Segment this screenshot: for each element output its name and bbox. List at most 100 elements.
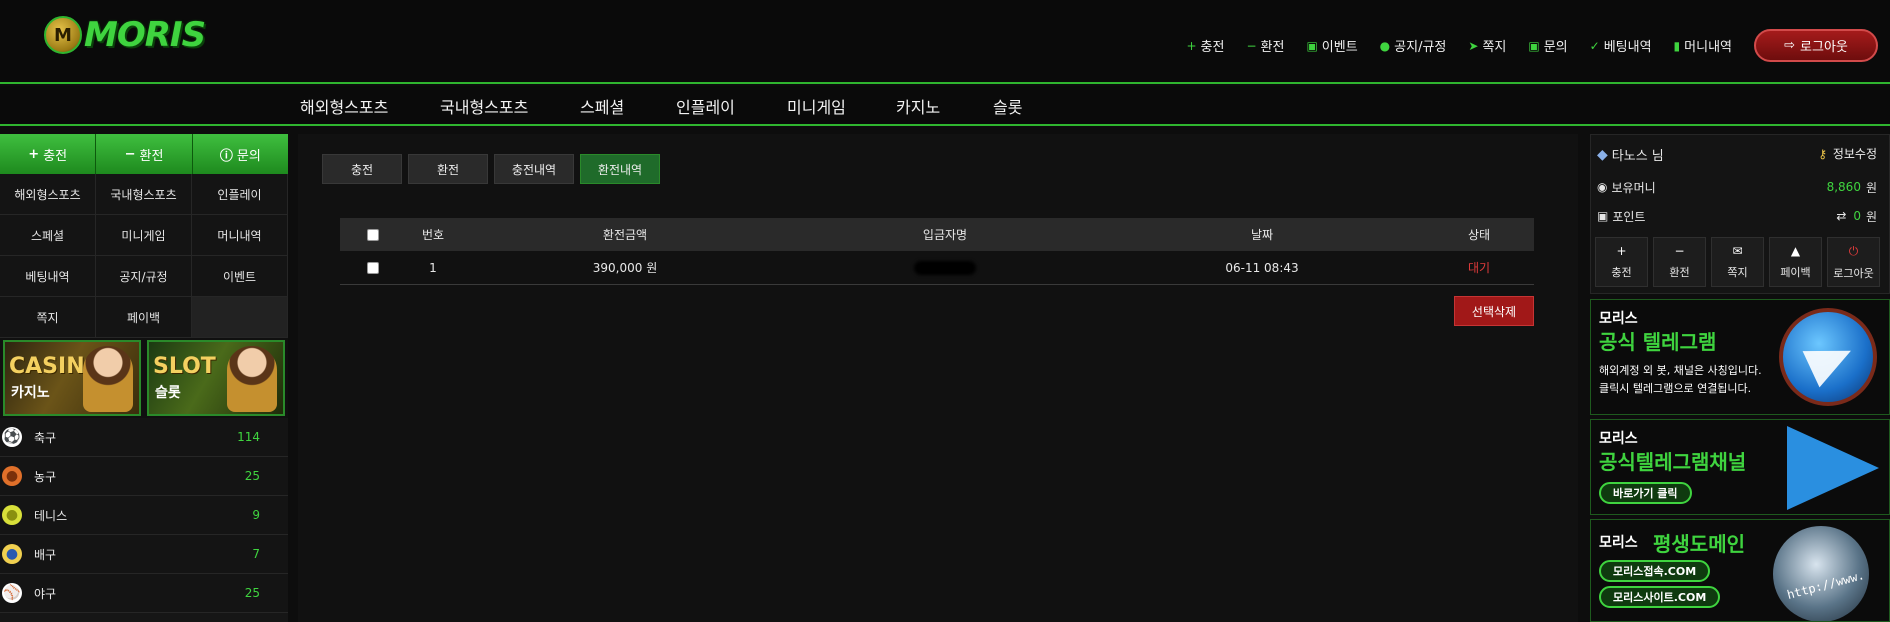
user-message-button[interactable]: ✉ 쪽지: [1711, 237, 1764, 287]
logo-badge-icon: M: [44, 16, 82, 54]
sidebar-item-payback[interactable]: 페이백: [96, 297, 192, 338]
sidebar-item-minigame[interactable]: 미니게임: [96, 215, 192, 256]
telegram-channel-banner[interactable]: 모리스 공식텔레그램채널 바로가기 클릭: [1590, 419, 1890, 515]
sport-name: 테니스: [34, 508, 68, 523]
sport-count: 9: [252, 508, 260, 522]
topnav-exchange[interactable]: − 환전: [1246, 36, 1284, 56]
left-sidebar: + 충전 − 환전 ⓘ 문의 해외형스포츠 국내형스포츠 인플레이 스페셜 미니…: [0, 134, 288, 622]
category-overseas-sports[interactable]: 해외형스포츠: [300, 94, 388, 118]
slot-banner-title: SLOT: [153, 354, 216, 379]
category-slot[interactable]: 슬롯: [993, 94, 1022, 118]
topnav-notice[interactable]: ● 공지/규정: [1380, 36, 1447, 56]
coins-icon: ◉: [1597, 180, 1608, 194]
point-label-group: ▣ 포인트: [1597, 208, 1645, 225]
topnav-label: 쪽지: [1482, 40, 1507, 55]
quick-label: 환전: [139, 148, 164, 164]
row-number: 1: [429, 260, 437, 275]
quick-label: 문의: [236, 148, 261, 164]
sidebar-item-domestic-sports[interactable]: 국내형스포츠: [96, 174, 192, 215]
game-banners: CASINO 카지노 SLOT 슬롯: [0, 338, 288, 418]
user-greeting: ◆ 타노스 님: [1597, 145, 1664, 165]
sport-row-volleyball[interactable]: ● 배구 7: [0, 535, 288, 574]
exchange-history-table: 번호 환전금액 입금자명 날짜 상태 1 390,000 원 06-11 08:…: [340, 218, 1534, 285]
money-unit: 원: [1865, 180, 1877, 195]
row-checkbox[interactable]: [367, 261, 379, 274]
sidebar-item-special[interactable]: 스페셜: [0, 215, 96, 256]
select-all-checkbox[interactable]: [367, 228, 379, 241]
user-exchange-button[interactable]: − 환전: [1653, 237, 1706, 287]
topnav-event[interactable]: ▣ 이벤트: [1306, 36, 1357, 56]
sport-row-tennis[interactable]: ● 테니스 9: [0, 496, 288, 535]
sidebar-item-bet-history[interactable]: 베팅내역: [0, 256, 96, 297]
tab-exchange-history[interactable]: 환전내역: [580, 154, 660, 184]
sport-row-basketball[interactable]: ● 농구 25: [0, 457, 288, 496]
sport-row-soccer[interactable]: ⚽ 축구 114: [0, 418, 288, 457]
header: M MORIS + 충전 − 환전 ▣ 이벤트 ● 공지/규정 ➤ 쪽지 ▣ 문…: [0, 0, 1890, 84]
row-date: 06-11 08:43: [1225, 260, 1299, 275]
category-minigame[interactable]: 미니게임: [787, 94, 846, 118]
category-special[interactable]: 스페셜: [580, 94, 624, 118]
sidebar-item-notice[interactable]: 공지/규정: [96, 256, 192, 297]
money-value: 8,860: [1826, 180, 1861, 194]
column-header-status: 상태: [1467, 228, 1491, 242]
sport-name: 농구: [34, 469, 57, 484]
delete-selected-button[interactable]: 선택삭제: [1454, 296, 1534, 326]
volleyball-icon: ●: [2, 544, 22, 564]
category-casino[interactable]: 카지노: [896, 94, 940, 118]
sidebar-item-money-history[interactable]: 머니내역: [192, 215, 288, 256]
promo-note-line1: 해외계정 외 봇, 채널은 사칭입니다.: [1599, 364, 1762, 377]
sport-name: 야구: [34, 586, 57, 601]
minus-icon: −: [1674, 244, 1685, 258]
topnav-message[interactable]: ➤ 쪽지: [1468, 36, 1507, 56]
topnav-inquiry[interactable]: ▣ 문의: [1528, 36, 1567, 56]
tennis-ball-icon: ●: [2, 505, 22, 525]
domain-link-1[interactable]: 모리스접속.COM: [1599, 560, 1711, 582]
topnav-bet-history[interactable]: ✓ 베팅내역: [1590, 36, 1652, 56]
casino-banner-subtitle: 카지노: [11, 385, 50, 401]
quick-label: 충전: [43, 148, 68, 164]
tab-charge-history[interactable]: 충전내역: [494, 154, 574, 184]
sport-row-baseball[interactable]: ⚾ 야구 25: [0, 574, 288, 613]
promo-go-button[interactable]: 바로가기 클릭: [1599, 482, 1692, 504]
category-domestic-sports[interactable]: 국내형스포츠: [440, 94, 528, 118]
logout-button[interactable]: ⇨ 로그아웃: [1754, 29, 1878, 62]
user-payback-button[interactable]: ▲ 페이백: [1769, 237, 1822, 287]
sidebar-item-event[interactable]: 이벤트: [192, 256, 288, 297]
sport-name: 축구: [34, 430, 57, 445]
sidebar-menu: 해외형스포츠 국내형스포츠 인플레이 스페셜 미니게임 머니내역 베팅내역 공지…: [0, 174, 288, 338]
domain-link-2[interactable]: 모리스사이트.COM: [1599, 586, 1721, 608]
quick-inquiry-button[interactable]: ⓘ 문의: [192, 134, 288, 174]
topnav-label: 충전: [1200, 40, 1225, 55]
topnav-money-history[interactable]: ▮ 머니내역: [1674, 36, 1732, 56]
tab-exchange[interactable]: 환전: [408, 154, 488, 184]
user-panel: ◆ 타노스 님 ⚷ 정보수정 ◉ 보유머니 8,860 원 ▣ 포인트 ⇄ 0 …: [1590, 134, 1890, 294]
point-icon: ▣: [1597, 209, 1609, 223]
top-nav: + 충전 − 환전 ▣ 이벤트 ● 공지/규정 ➤ 쪽지 ▣ 문의 ✓ 베팅내역…: [1186, 29, 1878, 62]
topnav-charge[interactable]: + 충전: [1186, 36, 1225, 56]
column-header-date: 날짜: [1250, 228, 1274, 242]
paper-plane-icon: ➤: [1468, 38, 1479, 53]
category-inplay[interactable]: 인플레이: [676, 94, 735, 118]
money-label: 보유머니: [1611, 180, 1656, 195]
domain-promo-banner[interactable]: 모리스 평생도메인 모리스접속.COM 모리스사이트.COM http://ww…: [1590, 519, 1890, 622]
tab-charge[interactable]: 충전: [322, 154, 402, 184]
convert-icon[interactable]: ⇄: [1836, 209, 1846, 223]
sidebar-item-message[interactable]: 쪽지: [0, 297, 96, 338]
sidebar-item-inplay[interactable]: 인플레이: [192, 174, 288, 215]
quick-exchange-button[interactable]: − 환전: [96, 134, 193, 174]
telegram-promo-banner[interactable]: 모리스 공식 텔레그램 해외계정 외 봇, 채널은 사칭입니다. 클릭시 텔레그…: [1590, 299, 1890, 415]
user-charge-button[interactable]: + 충전: [1595, 237, 1648, 287]
minus-icon: −: [1246, 38, 1257, 53]
site-logo[interactable]: M MORIS: [44, 14, 206, 56]
plus-icon: +: [1616, 244, 1627, 258]
sidebar-item-overseas-sports[interactable]: 해외형스포츠: [0, 174, 96, 215]
user-logout-button[interactable]: ⏻ 로그아웃: [1827, 237, 1880, 287]
row-depositor: [790, 260, 1100, 275]
slot-banner[interactable]: SLOT 슬롯: [147, 340, 285, 416]
point-row: ▣ 포인트 ⇄ 0 원: [1597, 206, 1877, 226]
quick-charge-button[interactable]: + 충전: [0, 134, 97, 174]
casino-banner[interactable]: CASINO 카지노: [3, 340, 141, 416]
logout-label: 로그아웃: [1800, 40, 1848, 55]
edit-profile-link[interactable]: ⚷ 정보수정: [1818, 145, 1877, 162]
redacted-depositor-name: [914, 260, 976, 275]
